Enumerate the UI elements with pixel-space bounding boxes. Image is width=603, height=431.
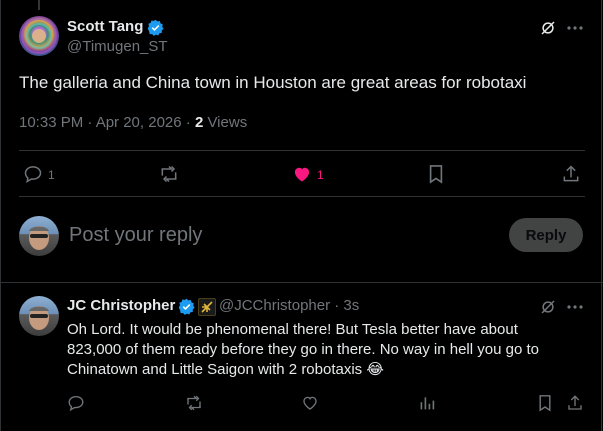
- divider: [19, 196, 585, 197]
- laughing-emoji: 😂: [366, 361, 384, 378]
- views-label: Views: [203, 114, 248, 131]
- like-count: 1: [317, 168, 324, 182]
- post-timestamp[interactable]: 10:33 PM · Apr 20, 2026 ·: [19, 114, 195, 131]
- reply-button[interactable]: Reply: [509, 218, 583, 252]
- like-icon[interactable]: [300, 393, 320, 413]
- repost-icon[interactable]: [184, 393, 204, 413]
- author-avatar[interactable]: [19, 16, 59, 56]
- current-user-avatar: [19, 216, 59, 256]
- views-analytics-icon[interactable]: [417, 393, 437, 413]
- more-options-icon[interactable]: [565, 18, 585, 38]
- affiliate-badge-icon: [198, 298, 216, 316]
- reply-time[interactable]: · 3s: [330, 297, 359, 314]
- reply-count: 1: [48, 168, 55, 182]
- user-photo-icon: [29, 226, 49, 250]
- reply-author-name[interactable]: JC Christopher: [67, 297, 175, 314]
- post-meta: 10:33 PM · Apr 20, 2026 · 2 Views: [19, 114, 247, 131]
- author-handle[interactable]: @Timugen_ST: [67, 38, 168, 55]
- reply-author-handle[interactable]: @JCChristopher · 3s: [219, 297, 359, 314]
- divider: [19, 150, 585, 151]
- author-name[interactable]: Scott Tang: [67, 18, 143, 35]
- more-options-icon[interactable]: [565, 297, 585, 317]
- thread-connector-line: [38, 0, 40, 10]
- verified-badge-icon: [147, 19, 164, 36]
- reply-icon[interactable]: [22, 163, 44, 185]
- reply-handle-text[interactable]: @JCChristopher: [219, 297, 330, 314]
- reply-author-avatar[interactable]: [19, 296, 59, 336]
- repost-icon[interactable]: [158, 163, 180, 185]
- avatar-pattern-icon: [21, 18, 57, 54]
- divider: [0, 282, 603, 283]
- bookmark-icon[interactable]: [425, 163, 447, 185]
- like-heart-icon[interactable]: [291, 163, 313, 185]
- grok-icon[interactable]: [538, 18, 558, 38]
- bookmark-icon[interactable]: [535, 393, 555, 413]
- post-text: The galleria and China town in Houston a…: [19, 73, 527, 92]
- reply-text-line: Chinatown and Little Saigon with 2 robot…: [67, 360, 539, 380]
- reply-input[interactable]: Post your reply: [69, 224, 202, 247]
- share-icon[interactable]: [560, 163, 582, 185]
- reply-text-line-end: Chinatown and Little Saigon with 2 robot…: [67, 361, 363, 378]
- share-icon[interactable]: [565, 393, 585, 413]
- reply-text-line: Oh Lord. It would be phenomenal there! B…: [67, 321, 518, 338]
- user-photo-icon: [29, 306, 49, 330]
- reply-text-line: 823,000 of them ready before they go in …: [67, 341, 539, 358]
- grok-icon[interactable]: [538, 297, 558, 317]
- verified-badge-icon: [178, 298, 195, 315]
- reply-text: Oh Lord. It would be phenomenal there! B…: [67, 320, 539, 380]
- reply-icon[interactable]: [66, 393, 86, 413]
